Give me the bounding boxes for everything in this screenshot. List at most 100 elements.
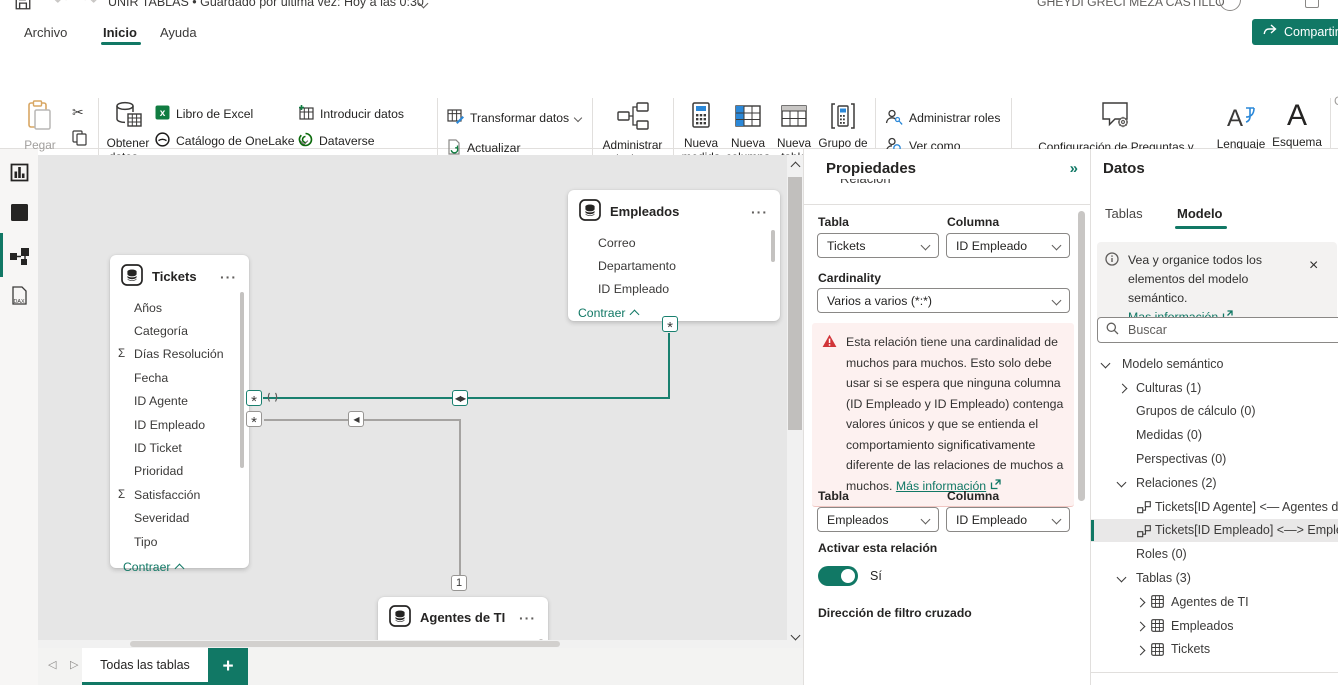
table-menu-icon[interactable]: ··· (220, 269, 237, 285)
collapse-link[interactable]: Contraer (110, 553, 249, 574)
model-view-active-bar (0, 233, 3, 277)
tree-item-culturas[interactable]: Culturas (1) (1091, 376, 1338, 400)
field-row[interactable]: ΣSatisfacción (110, 483, 249, 506)
field-row[interactable]: ID Agente (110, 390, 249, 413)
undo-icon[interactable]: ↶ (54, 0, 67, 11)
warning-text: Esta relación tiene una cardinalidad de … (846, 335, 1063, 493)
relationship-line-selected-v[interactable] (668, 333, 670, 399)
field-row[interactable]: Departamento (568, 254, 780, 277)
menu-tab-ayuda[interactable]: Ayuda (160, 25, 197, 40)
tree-item-table-empleados[interactable]: Empleados (1091, 614, 1338, 638)
relationship-crowfoot-decoration (266, 390, 280, 408)
panel-scrollbar[interactable] (1078, 211, 1085, 501)
share-button[interactable]: Compartir (1252, 19, 1338, 45)
collapse-panel-icon[interactable]: » (1070, 160, 1078, 177)
tree-item-perspectivas[interactable]: Perspectivas (0) (1091, 447, 1338, 471)
card-scrollbar[interactable] (240, 292, 244, 468)
field-row[interactable]: ID Ticket (110, 436, 249, 459)
field-row[interactable]: Correo (568, 231, 780, 254)
scroll-up-icon[interactable] (791, 162, 801, 172)
model-view-icon[interactable] (9, 245, 30, 269)
field-row[interactable]: Tipo (110, 530, 249, 553)
menu-tab-row: Archivo Inicio Ayuda Compartir (0, 22, 1338, 46)
account-name: GHEYDI GRECI MEZA CASTILLO (1037, 0, 1225, 9)
scroll-down-icon[interactable] (791, 631, 801, 641)
tree-item-relaciones[interactable]: Relaciones (2) (1091, 471, 1338, 495)
onelake-catalog-button[interactable]: Catálogo de OneLake (155, 131, 307, 151)
excel-workbook-button[interactable]: x Libro de Excel (155, 104, 253, 124)
tree-item-relationship-empleado-selected[interactable]: Tickets[ID Empleado] <—> Empleado (1091, 519, 1338, 543)
tree-item-medidas[interactable]: Medidas (0) (1091, 423, 1338, 447)
hscroll-thumb[interactable] (130, 641, 560, 647)
activate-relationship-toggle[interactable] (818, 566, 858, 586)
menu-tab-archivo[interactable]: Archivo (24, 25, 67, 40)
field-row[interactable]: ID Empleado (110, 413, 249, 436)
document-title[interactable]: UNIR TABLAS • Guardado por última vez: H… (108, 0, 424, 9)
cardinality-many-endpoint[interactable]: * (246, 411, 262, 427)
menu-tab-inicio[interactable]: Inicio (103, 25, 137, 40)
canvas-hscrollbar[interactable] (38, 640, 787, 648)
tree-item-table-tickets[interactable]: Tickets (1091, 638, 1338, 662)
table-title: Empleados (610, 204, 742, 219)
table2-dropdown[interactable]: Empleados (817, 507, 939, 532)
table-view-icon[interactable] (10, 203, 29, 225)
cardinality-one-endpoint[interactable]: 1 (451, 575, 467, 591)
canvas-vscrollbar[interactable] (787, 155, 803, 648)
manage-roles-button[interactable]: Administrar roles (885, 108, 1000, 128)
tab-modelo[interactable]: Modelo (1177, 206, 1223, 221)
redo-icon[interactable]: ↷ (84, 0, 97, 11)
cardinality-many-endpoint[interactable]: * (662, 316, 678, 332)
save-icon[interactable] (14, 0, 32, 14)
tree-item-relationship-agente[interactable]: Tickets[ID Agente] <— Agentes de (1091, 495, 1338, 519)
relationship-line-v[interactable] (459, 419, 461, 579)
data-panel-title: Datos (1103, 160, 1145, 177)
single-filter-icon[interactable]: ◀ (348, 411, 364, 427)
field-row[interactable]: Años (110, 296, 249, 319)
table-card-tickets[interactable]: Tickets ··· Años Categoría ΣDías Resoluc… (110, 255, 249, 568)
vscroll-thumb[interactable] (788, 177, 802, 430)
cardinality-many-endpoint[interactable]: * (246, 390, 262, 406)
tree-item-table-agentes[interactable]: Agentes de TI (1091, 590, 1338, 614)
paste-button[interactable]: Pegar (18, 100, 62, 152)
field-row[interactable]: Fecha (110, 366, 249, 389)
column1-dropdown[interactable]: ID Empleado (946, 233, 1070, 258)
tree-item-modelo-semantico[interactable]: Modelo semántico (1091, 352, 1338, 376)
view-sidebar: DAX (0, 149, 38, 685)
field-row[interactable]: ΣDías Resolución (110, 343, 249, 366)
copy-icon[interactable] (72, 130, 87, 149)
tree-item-roles[interactable]: Roles (0) (1091, 542, 1338, 566)
table-menu-icon[interactable]: ··· (519, 610, 536, 626)
field-row[interactable]: Severidad (110, 507, 249, 530)
tree-item-grupos-calculo[interactable]: Grupos de cálculo (0) (1091, 400, 1338, 424)
table-card-empleados[interactable]: Empleados ··· Correo Departamento ID Emp… (568, 190, 780, 321)
search-box[interactable] (1097, 317, 1338, 343)
enter-data-button[interactable]: Introducir datos (298, 104, 404, 124)
field-row[interactable]: Prioridad (110, 460, 249, 483)
table-menu-icon[interactable]: ··· (751, 204, 768, 220)
cut-icon[interactable]: ✂ (72, 104, 84, 121)
add-layout-button[interactable]: + (208, 648, 248, 685)
card-scrollbar[interactable] (771, 230, 775, 262)
tab-tablas[interactable]: Tablas (1105, 206, 1143, 221)
layout-tab-todas-las-tablas[interactable]: Todas las tablas (82, 648, 208, 685)
active-tab-underline (101, 42, 141, 45)
report-view-icon[interactable] (10, 163, 29, 185)
prev-page-icon[interactable]: ◁ (48, 658, 56, 671)
svg-text:x: x (160, 108, 166, 119)
next-page-icon[interactable]: ▷ (70, 658, 78, 671)
search-input[interactable] (1126, 322, 1280, 338)
field-row[interactable]: ID Empleado (568, 278, 780, 301)
column2-dropdown[interactable]: ID Empleado (946, 507, 1070, 532)
avatar[interactable] (1219, 0, 1241, 11)
tree-item-tablas[interactable]: Tablas (3) (1091, 566, 1338, 590)
bidirectional-filter-icon[interactable]: ◀▶ (452, 390, 468, 406)
dataverse-button[interactable]: Dataverse (298, 131, 375, 151)
window-control-icon[interactable] (1305, 0, 1319, 8)
table1-dropdown[interactable]: Tickets (817, 233, 939, 258)
cardinality-dropdown[interactable]: Varios a varios (*:*) (817, 288, 1070, 313)
dax-query-view-icon[interactable]: DAX (9, 285, 29, 310)
field-row[interactable]: Categoría (110, 319, 249, 342)
svg-text:A: A (1227, 105, 1243, 130)
ribbon-overflow-button[interactable]: C (1334, 94, 1338, 108)
transform-data-button[interactable]: Transformar datos (447, 108, 581, 128)
